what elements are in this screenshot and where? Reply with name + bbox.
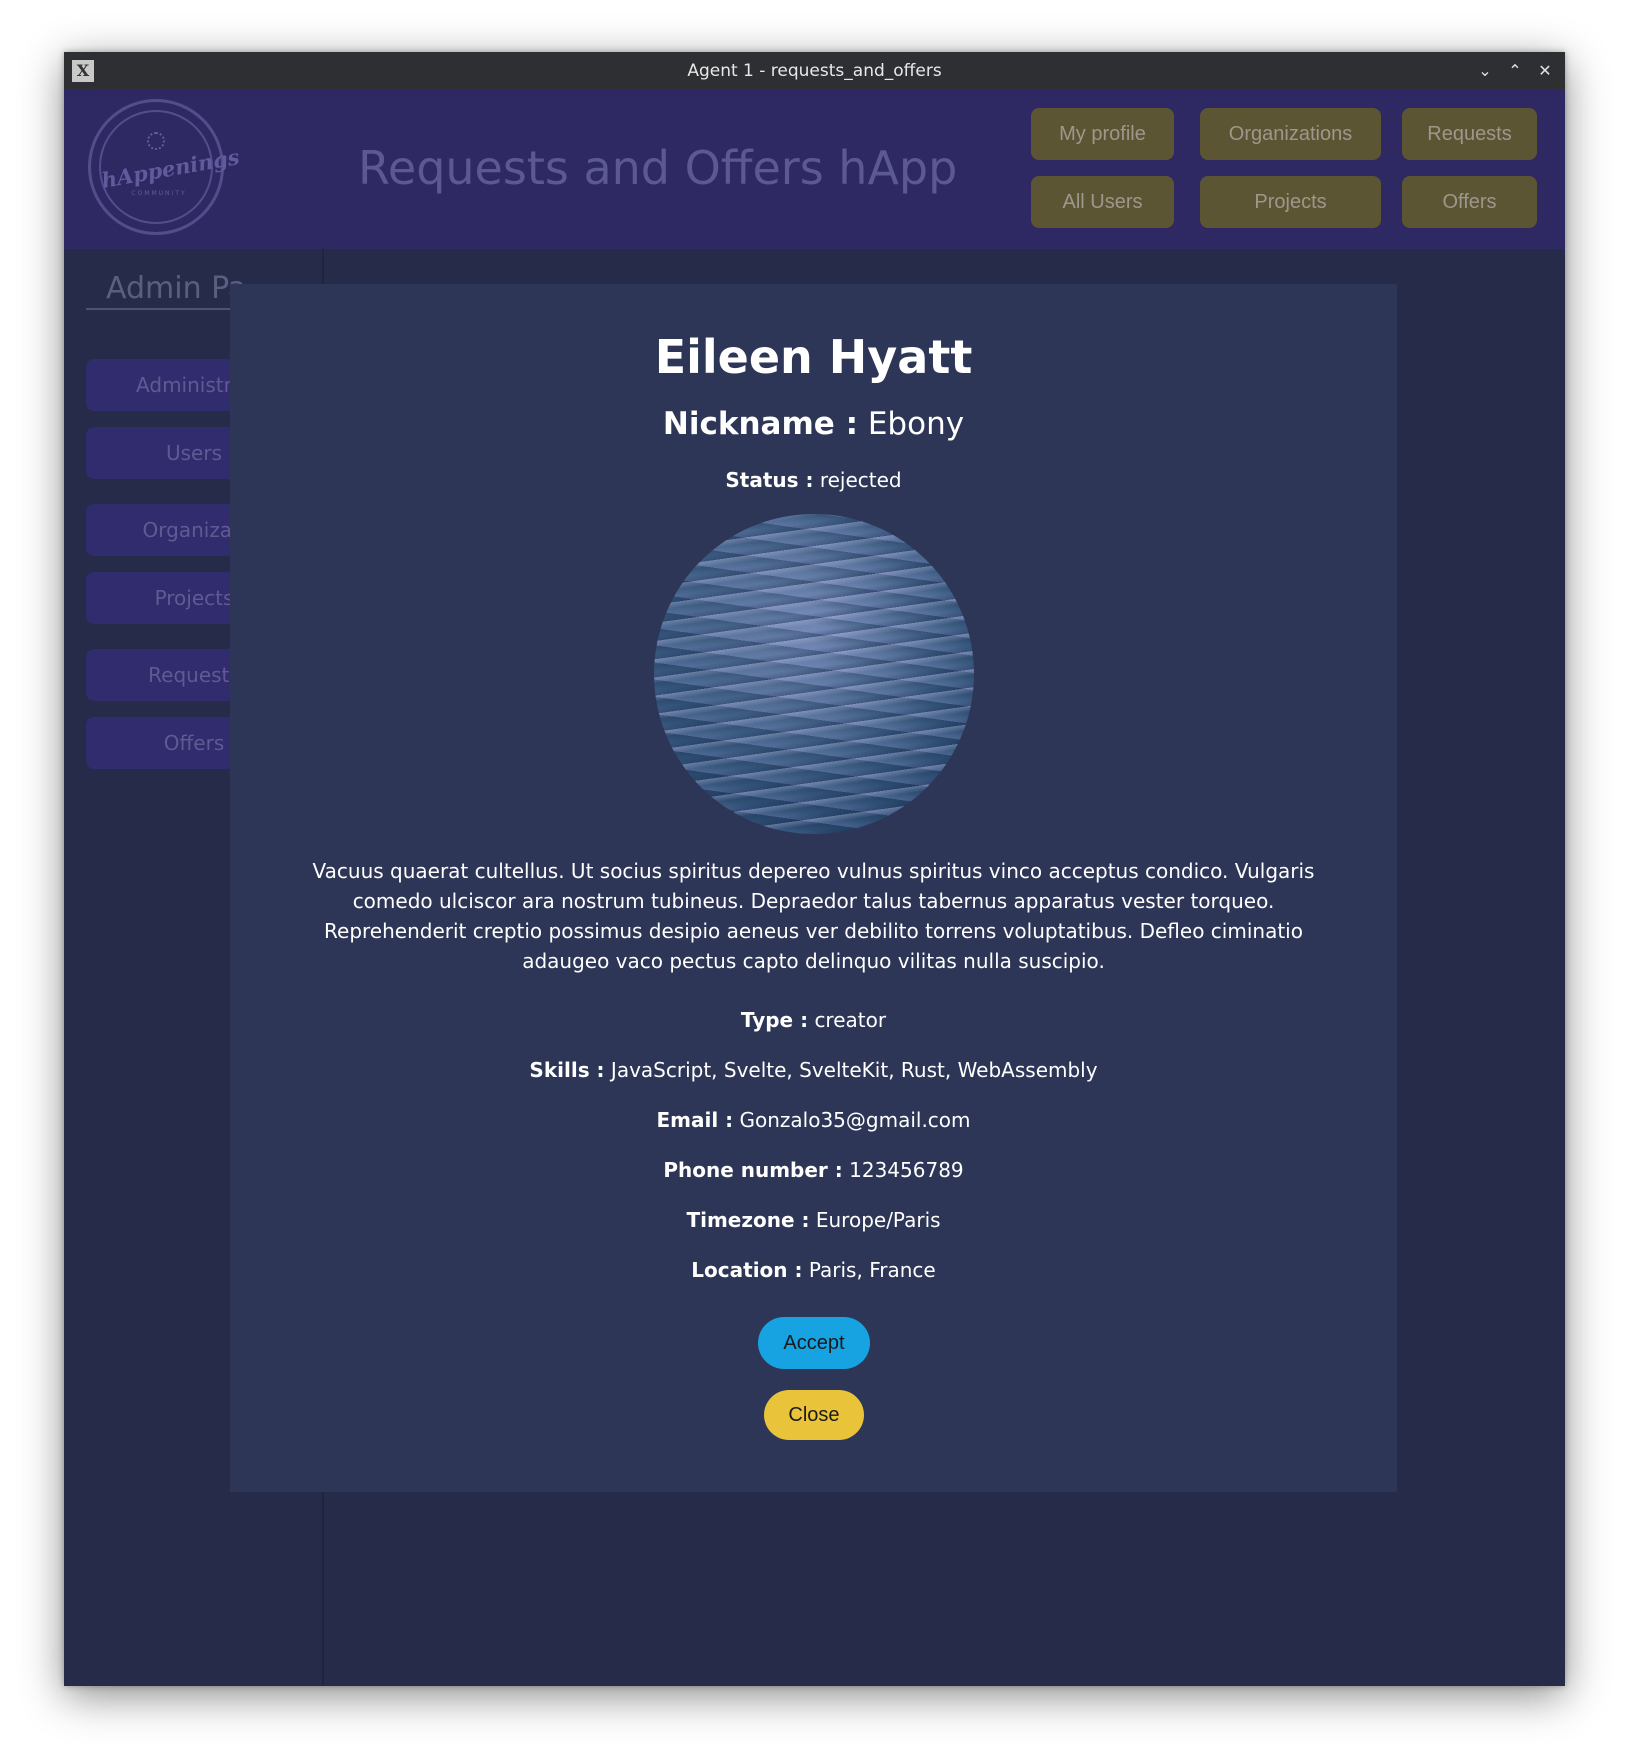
timezone-label: Timezone : [686,1208,810,1232]
nav-offers-button[interactable]: Offers [1402,176,1537,228]
phone-value: 123456789 [849,1158,964,1182]
status-label: Status : [725,468,814,492]
type-value: creator [814,1008,887,1032]
nav-my-profile-button[interactable]: My profile [1031,108,1174,160]
email-value: Gonzalo35@gmail.com [739,1108,971,1132]
skills-row: Skills : JavaScript, Svelte, SvelteKit, … [230,1058,1397,1082]
maximize-icon[interactable]: ⌃ [1503,56,1527,84]
email-label: Email : [656,1108,734,1132]
accept-button[interactable]: Accept [758,1317,870,1369]
nickname-value: Ebony [867,406,965,442]
timezone-row: Timezone : Europe/Paris [230,1208,1397,1232]
nav-organizations-button[interactable]: Organizations [1200,108,1381,160]
nav-projects-button[interactable]: Projects [1200,176,1381,228]
skills-value: JavaScript, Svelte, SvelteKit, Rust, Web… [610,1058,1098,1082]
user-bio: Vacuus quaerat cultellus. Ut socius spir… [312,859,1315,973]
happenings-logo[interactable]: hAppenings COMMUNITY [88,99,241,235]
status-value: rejected [819,468,902,492]
close-window-icon[interactable]: ✕ [1533,56,1557,84]
minimize-icon[interactable]: ⌄ [1473,56,1497,84]
app-title: Requests and Offers hApp [358,141,958,195]
sun-icon [147,132,165,150]
nav-requests-button[interactable]: Requests [1402,108,1537,160]
user-details-modal: Eileen Hyatt Nickname : Ebony Status : r… [230,284,1397,1492]
logo-subtext: COMMUNITY [131,190,187,197]
user-avatar [654,514,974,834]
nav-all-users-button[interactable]: All Users [1031,176,1174,228]
location-value: Paris, France [808,1258,936,1282]
window-controls: ⌄ ⌃ ✕ [1473,56,1557,84]
app-header: hAppenings COMMUNITY Requests and Offers… [64,89,1565,249]
type-label: Type : [740,1008,809,1032]
email-row: Email : Gonzalo35@gmail.com [230,1108,1397,1132]
user-name: Eileen Hyatt [654,330,973,384]
window-titlebar: X Agent 1 - requests_and_offers ⌄ ⌃ ✕ [64,52,1565,89]
timezone-value: Europe/Paris [815,1208,941,1232]
window-title: Agent 1 - requests_and_offers [687,60,942,81]
location-row: Location : Paris, France [230,1258,1397,1282]
nickname-row: Nickname : Ebony [230,406,1397,442]
nickname-label: Nickname : [662,406,858,442]
close-button[interactable]: Close [764,1390,864,1440]
phone-row: Phone number : 123456789 [230,1158,1397,1182]
location-label: Location : [691,1258,803,1282]
phone-label: Phone number : [663,1158,843,1182]
type-row: Type : creator [230,1008,1397,1032]
skills-label: Skills : [529,1058,605,1082]
x11-app-icon: X [72,60,94,82]
app-window: X Agent 1 - requests_and_offers ⌄ ⌃ ✕ hA… [64,52,1565,1686]
status-row: Status : rejected [230,468,1397,492]
